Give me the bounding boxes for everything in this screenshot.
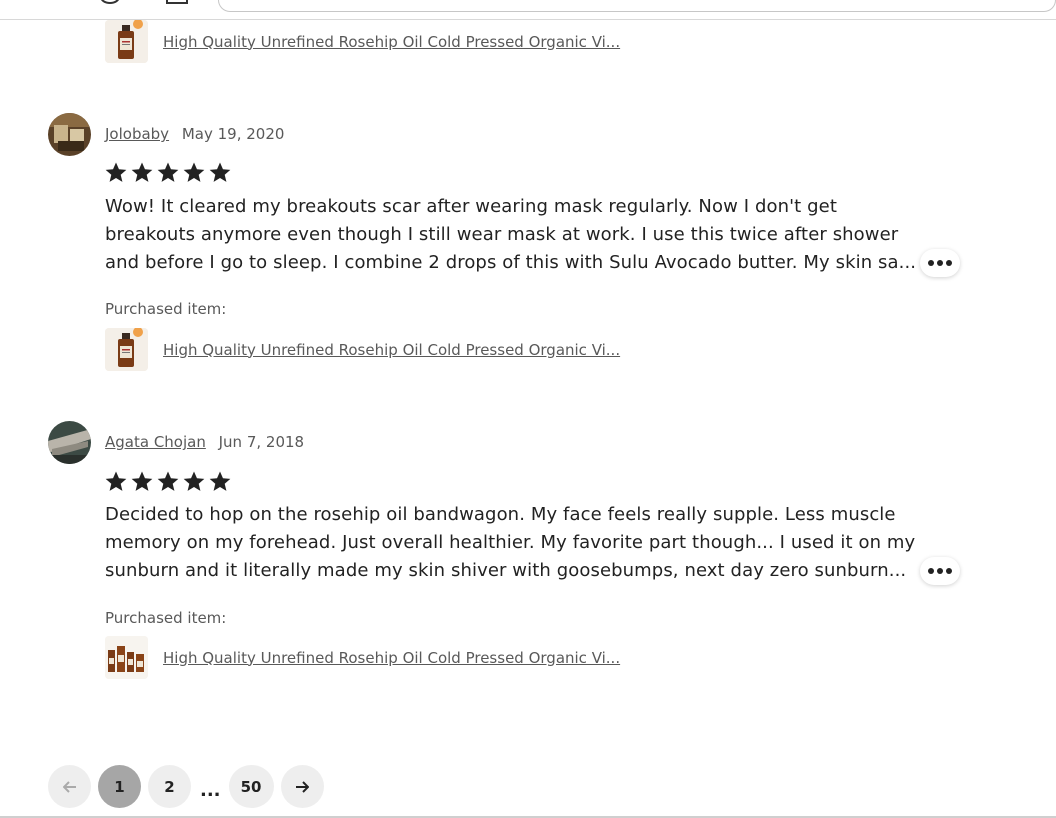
pagination-ellipsis: ... [200,780,221,801]
purchased-item-row[interactable]: High Quality Unrefined Rosehip Oil Cold … [105,328,620,371]
dot-icon [946,568,952,574]
oil-bottle-icon [105,328,148,371]
star-rating [104,470,232,493]
star-rating [104,161,232,184]
review-text-line: breakouts anymore even though I still we… [105,224,899,245]
review-text: Wow! It cleared my breakouts scar after … [105,193,920,277]
product-thumbnail[interactable] [105,328,148,371]
purchased-item-label: Purchased item: [105,609,227,627]
purchased-item-link[interactable]: High Quality Unrefined Rosehip Oil Cold … [163,33,620,51]
star-icon [157,471,179,491]
extensions-icon[interactable] [166,0,188,4]
dot-icon [928,568,934,574]
avatar[interactable] [48,421,91,464]
review-meta: Agata Chojan Jun 7, 2018 [105,433,304,451]
review-text: Decided to hop on the rosehip oil bandwa… [105,501,920,585]
page-button-last[interactable]: 50 [228,765,274,808]
review-text-line: and before I go to sleep. I combine 2 dr… [105,252,917,273]
page-button-1[interactable]: 1 [98,765,141,808]
purchased-item-label: Purchased item: [105,300,227,318]
star-icon [157,162,179,182]
purchased-item-link[interactable]: High Quality Unrefined Rosehip Oil Cold … [163,649,620,667]
page-button-2[interactable]: 2 [148,765,191,808]
oil-bottles-set-icon [105,636,148,679]
dot-icon [946,260,952,266]
reviewer-name-link[interactable]: Agata Chojan [105,433,206,451]
review-meta: Jolobaby May 19, 2020 [105,125,284,143]
arrow-left-icon [62,780,76,793]
review-date: May 19, 2020 [181,125,285,143]
review-date: Jun 7, 2018 [218,433,305,451]
browser-toolbar [0,0,1056,20]
reload-icon[interactable] [100,0,120,4]
review-text-line: Decided to hop on the rosehip oil bandwa… [105,504,896,525]
purchased-item-link[interactable]: High Quality Unrefined Rosehip Oil Cold … [163,341,620,359]
star-icon [131,162,153,182]
more-options-button[interactable] [920,557,960,585]
review-text-line: memory on my forehead. Just overall heal… [105,532,916,553]
purchased-item-row[interactable]: High Quality Unrefined Rosehip Oil Cold … [105,636,620,679]
arrow-right-icon [296,780,310,793]
avatar[interactable] [48,113,91,156]
more-options-button[interactable] [920,249,960,277]
dot-icon [937,260,943,266]
product-thumbnail[interactable] [105,636,148,679]
pagination: 1 2 ... 50 [48,765,331,808]
review-text-line: sunburn and it literally made my skin sh… [105,560,907,581]
star-icon [183,471,205,491]
star-icon [209,471,231,491]
dot-icon [937,568,943,574]
star-icon [209,162,231,182]
dot-icon [928,260,934,266]
reviewer-name-link[interactable]: Jolobaby [105,125,169,143]
oil-bottle-icon [105,20,148,63]
next-page-button[interactable] [280,765,324,808]
previous-page-button[interactable] [48,765,91,808]
purchased-item-row[interactable]: High Quality Unrefined Rosehip Oil Cold … [105,20,620,63]
review-text-line: Wow! It cleared my breakouts scar after … [105,196,837,217]
star-icon [105,471,127,491]
star-icon [131,471,153,491]
star-icon [105,162,127,182]
address-bar[interactable] [218,0,1056,12]
star-icon [183,162,205,182]
product-thumbnail[interactable] [105,20,148,63]
